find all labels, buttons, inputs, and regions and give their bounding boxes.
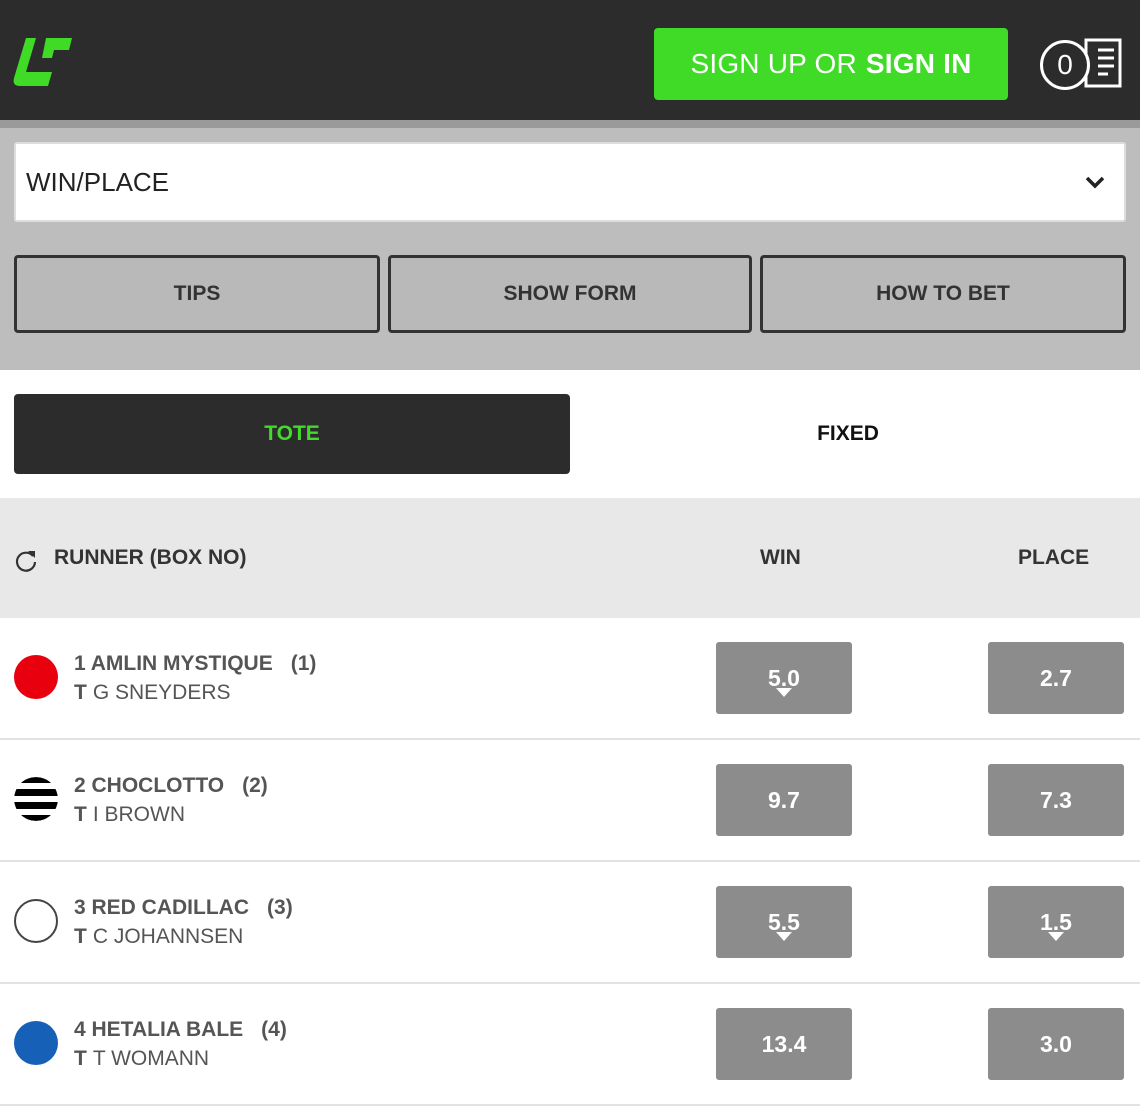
header-shadow	[0, 120, 1140, 128]
refresh-icon[interactable]	[14, 549, 38, 573]
white-silk-icon	[14, 899, 58, 943]
ub-logo-icon[interactable]	[12, 34, 74, 88]
place-odds-button[interactable]: 7.3	[988, 764, 1124, 836]
place-column-header: PLACE	[1018, 546, 1090, 569]
trainer: TT WOMANN	[74, 1047, 209, 1071]
fixed-toggle[interactable]: FIXED	[570, 394, 1126, 474]
runner-name-text: 4 HETALIA BALE	[74, 1018, 244, 1041]
box-number: (2)	[242, 774, 268, 797]
chevron-down-icon	[1085, 176, 1105, 189]
runner-column-header: RUNNER (BOX NO)	[54, 546, 247, 569]
striped-silk-icon	[14, 777, 58, 821]
sign-up-or-sign-in-button[interactable]: SIGN UP OR SIGN IN	[654, 28, 1008, 100]
trainer-prefix: T	[74, 803, 87, 826]
runner-name: 2 CHOCLOTTO (2)	[74, 774, 268, 798]
bet-type-select[interactable]: WIN/PLACE	[14, 142, 1126, 222]
win-odds-value: 13.4	[761, 1030, 807, 1057]
betslip-count-badge: 0	[1040, 40, 1090, 90]
betslip-icon	[1084, 38, 1122, 88]
table-row	[0, 984, 1140, 1106]
place-odds-value: 7.3	[1040, 786, 1072, 813]
box-number: (4)	[261, 1018, 287, 1041]
betslip-button[interactable]: 0	[1040, 38, 1130, 90]
place-odds-button[interactable]: 2.7	[988, 642, 1124, 714]
runner-name: 3 RED CADILLAC (3)	[74, 896, 293, 920]
trainer: TC JOHANNSEN	[74, 925, 243, 949]
win-odds-button[interactable]: 13.4	[716, 1008, 852, 1080]
red-silk-icon	[14, 655, 58, 699]
trainer-name: C JOHANNSEN	[92, 925, 244, 948]
trainer: TI BROWN	[74, 803, 185, 827]
trainer-name: T WOMANN	[92, 1047, 210, 1070]
drift-down-icon	[776, 932, 792, 941]
trainer-prefix: T	[74, 681, 87, 704]
trainer-prefix: T	[74, 1047, 87, 1070]
table-row	[0, 862, 1140, 984]
bet-type-selected-value: WIN/PLACE	[26, 166, 170, 197]
table-row	[0, 618, 1140, 740]
runner-name-text: 2 CHOCLOTTO	[74, 774, 225, 797]
place-odds-value: 3.0	[1040, 1030, 1072, 1057]
table-row	[0, 740, 1140, 862]
drift-down-icon	[776, 688, 792, 697]
win-odds-button[interactable]: 9.7	[716, 764, 852, 836]
place-odds-button[interactable]: 1.5	[988, 886, 1124, 958]
win-odds-value: 9.7	[768, 786, 800, 813]
blue-silk-icon	[14, 1021, 58, 1065]
runner-name: 4 HETALIA BALE (4)	[74, 1018, 287, 1042]
trainer-name: I BROWN	[92, 803, 185, 826]
trainer: TG SNEYDERS	[74, 681, 231, 705]
tote-toggle[interactable]: TOTE	[14, 394, 570, 474]
trainer-name: G SNEYDERS	[92, 681, 231, 704]
tips-button[interactable]: TIPS	[14, 255, 380, 333]
top-bar: SIGN UP OR SIGN IN 0	[0, 0, 1140, 120]
runner-name-text: 3 RED CADILLAC	[74, 896, 250, 919]
how-to-bet-button[interactable]: HOW TO BET	[760, 255, 1126, 333]
runner-name: 1 AMLIN MYSTIQUE (1)	[74, 652, 316, 676]
place-odds-value: 2.7	[1040, 664, 1072, 691]
place-odds-button[interactable]: 3.0	[988, 1008, 1124, 1080]
win-odds-button[interactable]: 5.0	[716, 642, 852, 714]
box-number: (1)	[290, 652, 317, 675]
box-number: (3)	[267, 896, 293, 919]
trainer-prefix: T	[74, 925, 87, 948]
sign-in-label: SIGN IN	[865, 48, 972, 79]
runner-name-text: 1 AMLIN MYSTIQUE	[74, 652, 273, 675]
show-form-button[interactable]: SHOW FORM	[388, 255, 752, 333]
win-odds-button[interactable]: 5.5	[716, 886, 852, 958]
win-column-header: WIN	[760, 546, 801, 569]
sign-up-label: SIGN UP OR	[690, 48, 857, 79]
drift-down-icon	[1048, 932, 1064, 941]
